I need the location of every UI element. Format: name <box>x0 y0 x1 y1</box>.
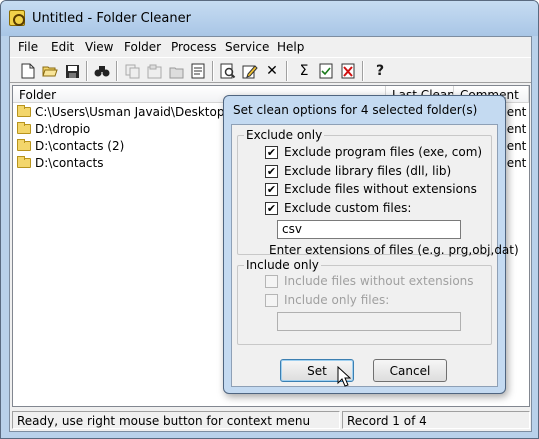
folder-icon <box>17 105 31 117</box>
cancel-button[interactable]: Cancel <box>373 359 447 382</box>
exclude-group: Exclude only ✔ Exclude program files (ex… <box>237 128 519 257</box>
include-only-label: Include only files: <box>284 293 390 307</box>
edit-icon[interactable] <box>240 61 260 81</box>
exclude-library-label: Exclude library files (dll, lib) <box>284 164 452 178</box>
folder-icon <box>17 156 31 168</box>
row-folder: C:\Users\Usman Javaid\Desktop\Ter <box>35 105 247 119</box>
menu-folder[interactable]: Folder <box>124 40 161 54</box>
menu-help[interactable]: Help <box>277 40 304 54</box>
row-folder: D:\contacts (2) <box>35 139 125 153</box>
close-doc-icon[interactable] <box>338 61 358 81</box>
clean-options-dialog: Set clean options for 4 selected folder(… <box>223 95 519 394</box>
menu-view[interactable]: View <box>85 40 113 54</box>
open-icon[interactable] <box>40 61 60 81</box>
exclude-program-label: Exclude program files (exe, com) <box>284 145 483 159</box>
copy-icon[interactable] <box>122 61 142 81</box>
title-bar[interactable]: Untitled - Folder Cleaner <box>1 1 538 36</box>
find-icon[interactable] <box>92 61 112 81</box>
exclude-group-label: Exclude only <box>244 128 325 142</box>
include-group-label: Include only <box>244 258 321 272</box>
dialog-body: Exclude only ✔ Exclude program files (ex… <box>231 124 519 387</box>
include-files-input[interactable] <box>277 312 461 331</box>
custom-extensions-input[interactable]: csv <box>277 220 461 239</box>
include-noext-checkbox[interactable] <box>265 275 278 288</box>
list-icon[interactable] <box>188 61 208 81</box>
exclude-custom-checkbox[interactable]: ✔ <box>265 202 278 215</box>
menu-file[interactable]: File <box>18 40 38 54</box>
window-title: Untitled - Folder Cleaner <box>32 11 191 26</box>
status-bar: Ready, use right mouse button for contex… <box>10 409 531 431</box>
mouse-cursor-icon <box>337 366 351 387</box>
save-icon[interactable] <box>62 61 82 81</box>
extensions-hint: Enter extensions of files (e.g. prg,obj,… <box>269 243 519 257</box>
status-record: Record 1 of 4 <box>342 411 530 429</box>
menu-bar: File Edit View Folder Process Service He… <box>10 37 531 57</box>
new-icon[interactable] <box>18 61 38 81</box>
exclude-noext-label: Exclude files without extensions <box>284 182 477 196</box>
exclude-program-checkbox[interactable]: ✔ <box>265 146 278 159</box>
delete-icon[interactable]: ✕ <box>262 61 282 81</box>
check-icon[interactable] <box>316 61 336 81</box>
menu-edit[interactable]: Edit <box>51 40 74 54</box>
folder-properties-icon[interactable] <box>166 61 186 81</box>
exclude-library-checkbox[interactable]: ✔ <box>265 165 278 178</box>
row-folder: D:\contacts <box>35 156 104 170</box>
properties-icon[interactable] <box>144 61 164 81</box>
include-group: Include only Include files without exten… <box>237 258 492 345</box>
row-folder: D:\dropio <box>35 122 91 136</box>
toolbar: ✕ Σ ? <box>10 57 531 83</box>
folder-icon <box>17 122 31 134</box>
exclude-noext-checkbox[interactable]: ✔ <box>265 183 278 196</box>
menu-process[interactable]: Process <box>171 40 217 54</box>
status-message: Ready, use right mouse button for contex… <box>12 411 340 429</box>
include-only-checkbox[interactable] <box>265 294 278 307</box>
include-noext-label: Include files without extensions <box>284 274 474 288</box>
dialog-title: Set clean options for 4 selected folder(… <box>233 103 478 117</box>
app-icon <box>9 10 25 26</box>
preview-icon[interactable] <box>218 61 238 81</box>
sigma-icon[interactable]: Σ <box>294 61 314 81</box>
help-icon[interactable]: ? <box>370 61 390 81</box>
folder-icon <box>17 139 31 151</box>
menu-service[interactable]: Service <box>225 40 269 54</box>
exclude-custom-label: Exclude custom files: <box>284 201 412 215</box>
